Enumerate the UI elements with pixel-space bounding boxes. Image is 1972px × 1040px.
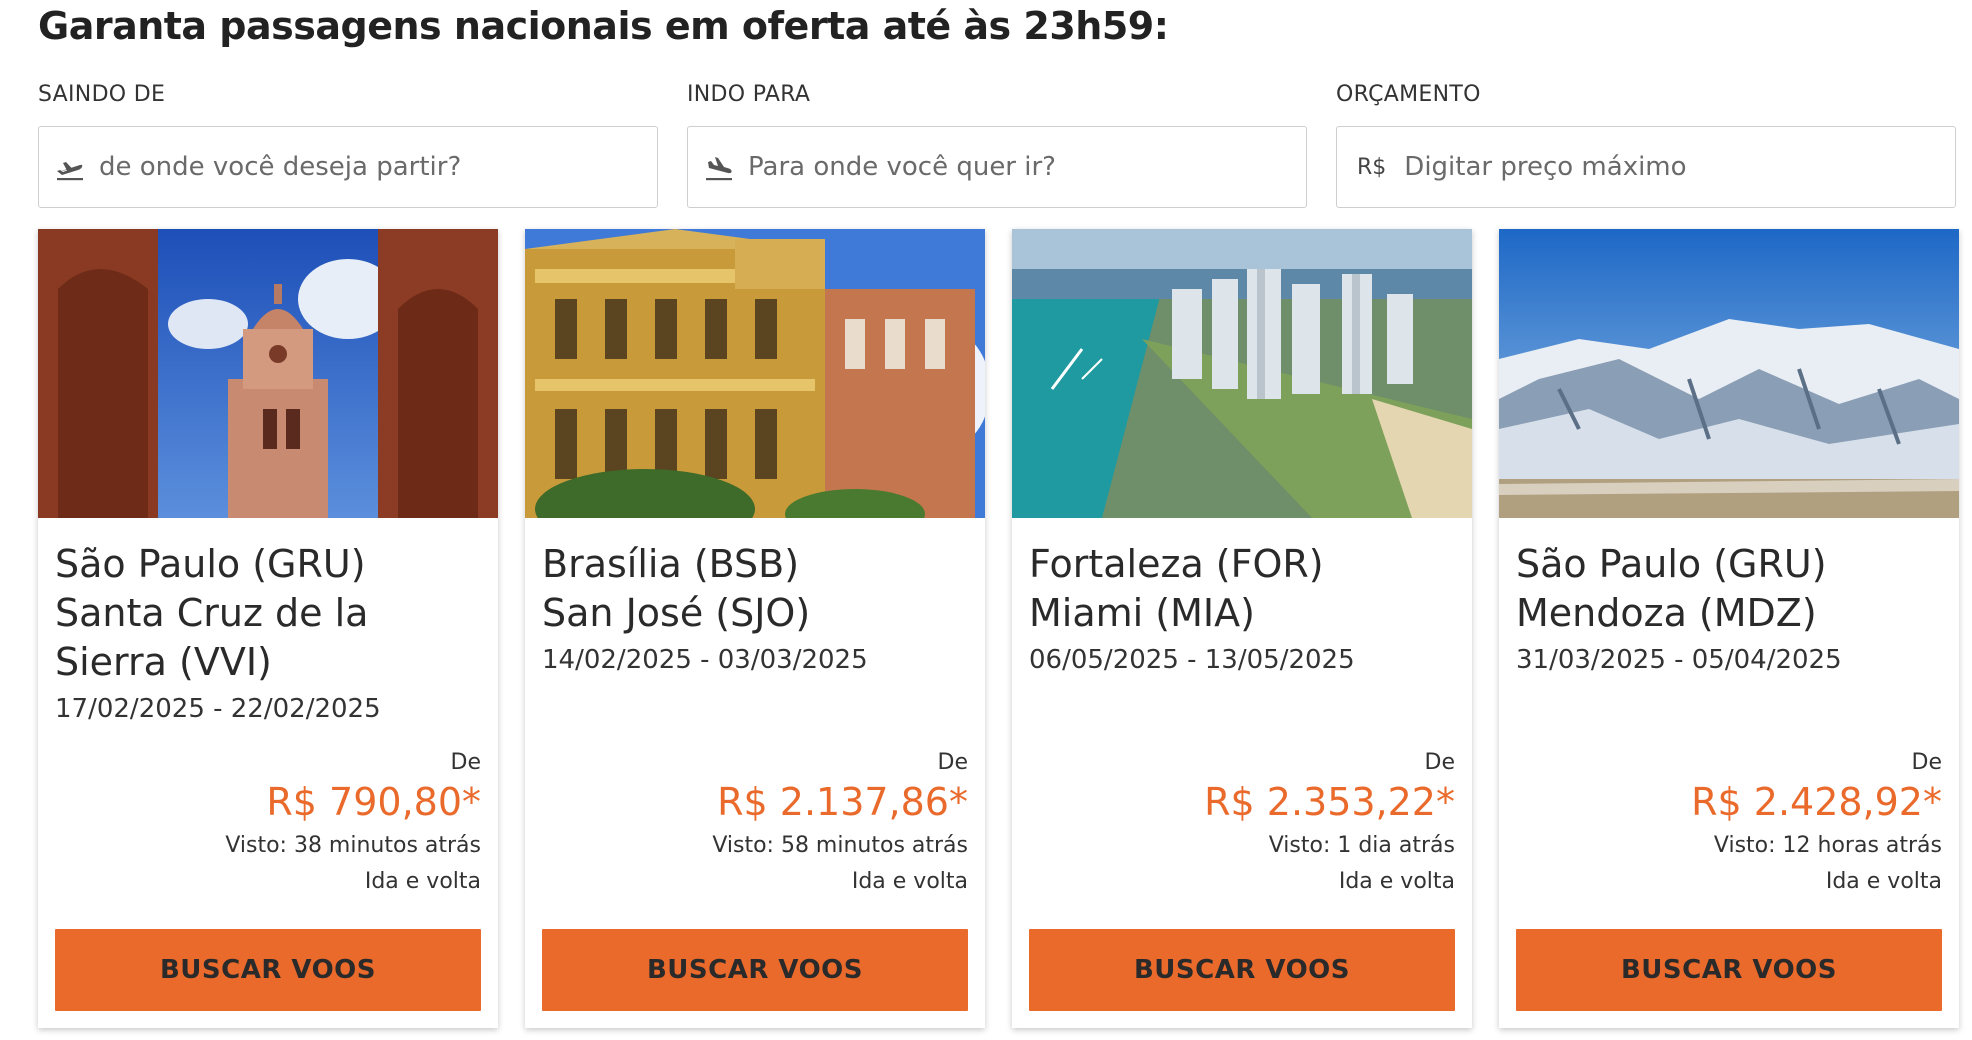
route-origin: Brasília (BSB)	[542, 542, 800, 586]
route-origin: Fortaleza (FOR)	[1029, 542, 1324, 586]
search-flights-button[interactable]: BUSCAR VOOS	[55, 929, 481, 1011]
price-prefix: De	[937, 750, 968, 775]
price: R$ 2.137,86*	[717, 780, 968, 824]
destination-field[interactable]	[687, 126, 1307, 208]
route-title: Fortaleza (FOR) Miami (MIA)	[1029, 518, 1455, 638]
trip-type: Ida e volta	[364, 869, 481, 894]
seen-time: Visto: 58 minutos atrás	[712, 833, 968, 858]
plane-landing-icon	[702, 150, 736, 184]
price: R$ 2.353,22*	[1204, 780, 1455, 824]
route-destination: San José (SJO)	[542, 591, 811, 635]
route-destination: Santa Cruz de la Sierra (VVI)	[55, 591, 369, 684]
price-block: De R$ 790,80* Visto: 38 minutos atrás Id…	[225, 750, 481, 897]
search-flights-button[interactable]: BUSCAR VOOS	[1516, 929, 1942, 1011]
budget-input[interactable]	[1404, 127, 1955, 207]
origin-field[interactable]	[38, 126, 658, 208]
destination-label: INDO PARA	[687, 82, 811, 107]
origin-label: SAINDO DE	[38, 82, 166, 107]
travel-dates: 17/02/2025 - 22/02/2025	[55, 694, 381, 724]
seen-time: Visto: 38 minutos atrás	[225, 833, 481, 858]
route-title: São Paulo (GRU) Mendoza (MDZ)	[1516, 518, 1942, 638]
route-title: Brasília (BSB) San José (SJO)	[542, 518, 968, 638]
destination-photo	[1012, 229, 1472, 518]
search-flights-button[interactable]: BUSCAR VOOS	[542, 929, 968, 1011]
offer-card[interactable]: São Paulo (GRU) Mendoza (MDZ) 31/03/2025…	[1499, 229, 1959, 1028]
travel-dates: 31/03/2025 - 05/04/2025	[1516, 645, 1842, 675]
route-destination: Miami (MIA)	[1029, 591, 1255, 635]
budget-label: ORÇAMENTO	[1336, 82, 1481, 107]
destination-photo	[38, 229, 498, 518]
travel-dates: 14/02/2025 - 03/03/2025	[542, 645, 868, 675]
currency-prefix: R$	[1357, 154, 1387, 180]
price: R$ 2.428,92*	[1691, 780, 1942, 824]
budget-field[interactable]: R$	[1336, 126, 1956, 208]
price: R$ 790,80*	[266, 780, 481, 824]
travel-dates: 06/05/2025 - 13/05/2025	[1029, 645, 1355, 675]
price-prefix: De	[450, 750, 481, 775]
price-block: De R$ 2.428,92* Visto: 12 horas atrás Id…	[1691, 750, 1942, 897]
seen-time: Visto: 1 dia atrás	[1268, 833, 1455, 858]
route-origin: São Paulo (GRU)	[55, 542, 366, 586]
price-block: De R$ 2.137,86* Visto: 58 minutos atrás …	[712, 750, 968, 897]
trip-type: Ida e volta	[1825, 869, 1942, 894]
page-title: Garanta passagens nacionais em oferta at…	[38, 4, 1169, 48]
plane-takeoff-icon	[53, 150, 87, 184]
trip-type: Ida e volta	[1338, 869, 1455, 894]
origin-input[interactable]	[99, 127, 657, 207]
offer-card[interactable]: Brasília (BSB) San José (SJO) 14/02/2025…	[525, 229, 985, 1028]
route-title: São Paulo (GRU) Santa Cruz de la Sierra …	[55, 518, 481, 687]
route-origin: São Paulo (GRU)	[1516, 542, 1827, 586]
destination-photo	[525, 229, 985, 518]
offer-card[interactable]: São Paulo (GRU) Santa Cruz de la Sierra …	[38, 229, 498, 1028]
search-flights-button[interactable]: BUSCAR VOOS	[1029, 929, 1455, 1011]
trip-type: Ida e volta	[851, 869, 968, 894]
destination-input[interactable]	[748, 127, 1306, 207]
seen-time: Visto: 12 horas atrás	[1713, 833, 1942, 858]
offer-card[interactable]: Fortaleza (FOR) Miami (MIA) 06/05/2025 -…	[1012, 229, 1472, 1028]
price-block: De R$ 2.353,22* Visto: 1 dia atrás Ida e…	[1204, 750, 1455, 897]
price-prefix: De	[1911, 750, 1942, 775]
price-prefix: De	[1424, 750, 1455, 775]
route-destination: Mendoza (MDZ)	[1516, 591, 1817, 635]
destination-photo	[1499, 229, 1959, 518]
